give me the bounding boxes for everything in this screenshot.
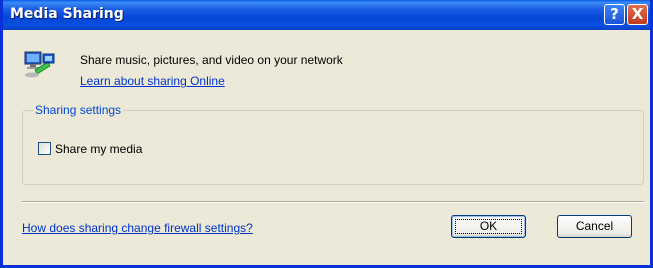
focus-rectangle [455, 219, 522, 234]
window-title: Media Sharing [10, 6, 124, 22]
footer-separator [22, 201, 644, 203]
ok-button[interactable]: OK [451, 215, 526, 238]
share-my-media-checkbox[interactable] [38, 142, 51, 155]
learn-sharing-link[interactable]: Learn about sharing Online [80, 74, 225, 88]
firewall-settings-link[interactable]: How does sharing change firewall setting… [22, 221, 253, 235]
network-media-icon [22, 48, 56, 80]
close-button[interactable]: X [627, 4, 648, 25]
sharing-settings-label: Sharing settings [33, 103, 124, 117]
cancel-button[interactable]: Cancel [557, 215, 632, 238]
media-sharing-dialog: Media Sharing ? X Share music, pictures,… [0, 0, 653, 268]
intro-text: Share music, pictures, and video on your… [80, 53, 343, 67]
share-my-media-label[interactable]: Share my media [55, 142, 142, 156]
help-button[interactable]: ? [604, 4, 625, 25]
title-bar[interactable]: Media Sharing ? X [3, 0, 650, 30]
